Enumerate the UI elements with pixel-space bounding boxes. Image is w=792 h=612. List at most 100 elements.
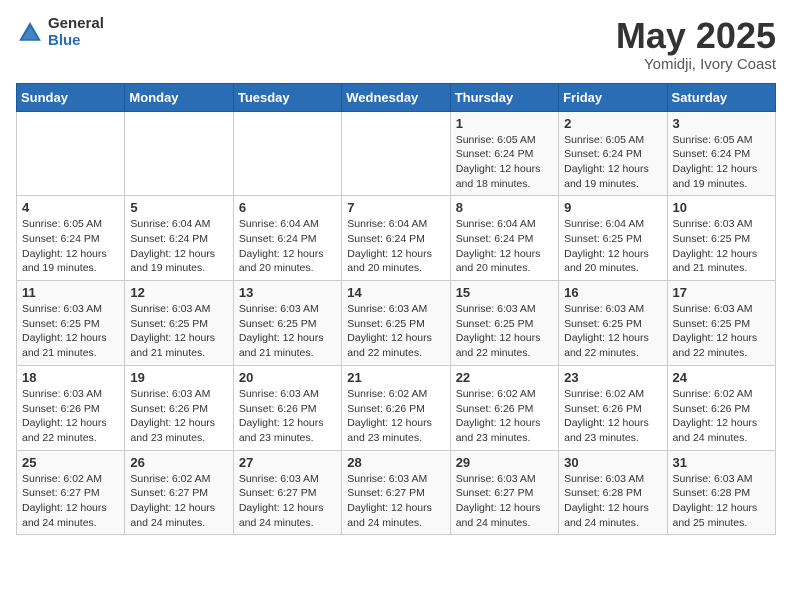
day-info: Sunrise: 6:03 AM Sunset: 6:27 PM Dayligh… — [347, 472, 444, 531]
day-number: 9 — [564, 200, 661, 215]
calendar-cell: 25Sunrise: 6:02 AM Sunset: 6:27 PM Dayli… — [17, 450, 125, 535]
day-number: 24 — [673, 370, 770, 385]
day-number: 6 — [239, 200, 336, 215]
day-number: 12 — [130, 285, 227, 300]
calendar-cell: 17Sunrise: 6:03 AM Sunset: 6:25 PM Dayli… — [667, 281, 775, 366]
day-number: 4 — [22, 200, 119, 215]
calendar-cell: 24 Sunrise: 6:02 AM Sunset: 6:26 PM Dayli… — [667, 365, 775, 450]
weekday-header-saturday: Saturday — [667, 83, 775, 111]
page-header: General Blue May 2025 Yomidji, Ivory Coa… — [16, 16, 776, 73]
day-number: 30 — [564, 455, 661, 470]
logo-general-text: General — [48, 16, 104, 33]
day-number: 26 — [130, 455, 227, 470]
day-number: 27 — [239, 455, 336, 470]
calendar-cell: 23Sunrise: 6:02 AM Sunset: 6:26 PM Dayli… — [559, 365, 667, 450]
day-info: Sunrise: 6:05 AM Sunset: 6:24 PM Dayligh… — [673, 133, 770, 192]
calendar-cell: 26Sunrise: 6:02 AM Sunset: 6:27 PM Dayli… — [125, 450, 233, 535]
day-info: Sunrise: 6:03 AM Sunset: 6:27 PM Dayligh… — [239, 472, 336, 531]
day-number: 18 — [22, 370, 119, 385]
day-number: 8 — [456, 200, 553, 215]
calendar-cell: 18Sunrise: 6:03 AM Sunset: 6:26 PM Dayli… — [17, 365, 125, 450]
weekday-header-wednesday: Wednesday — [342, 83, 450, 111]
weekday-header-friday: Friday — [559, 83, 667, 111]
calendar-cell: 11 Sunrise: 6:03 AM Sunset: 6:25 PM Dayli… — [17, 281, 125, 366]
day-number: 7 — [347, 200, 444, 215]
day-info: Sunrise: 6:05 AM Sunset: 6:24 PM Dayligh… — [564, 133, 661, 192]
calendar-cell: 27 Sunrise: 6:03 AM Sunset: 6:27 PM Dayli… — [233, 450, 341, 535]
calendar-cell: 19Sunrise: 6:03 AM Sunset: 6:26 PM Dayli… — [125, 365, 233, 450]
weekday-header-tuesday: Tuesday — [233, 83, 341, 111]
calendar-cell — [342, 111, 450, 196]
weekday-row: SundayMondayTuesdayWednesdayThursdayFrid… — [17, 83, 776, 111]
weekday-header-thursday: Thursday — [450, 83, 558, 111]
calendar-cell: 2Sunrise: 6:05 AM Sunset: 6:24 PM Daylig… — [559, 111, 667, 196]
calendar-cell: 22 Sunrise: 6:02 AM Sunset: 6:26 PM Dayli… — [450, 365, 558, 450]
day-number: 17 — [673, 285, 770, 300]
day-info: Sunrise: 6:02 AM Sunset: 6:26 PM Dayligh… — [347, 387, 444, 446]
weekday-header-monday: Monday — [125, 83, 233, 111]
day-number: 22 — [456, 370, 553, 385]
day-info: Sunrise: 6:03 AM Sunset: 6:28 PM Dayligh… — [564, 472, 661, 531]
day-info: Sunrise: 6:03 AM Sunset: 6:25 PM Dayligh… — [130, 302, 227, 361]
calendar-cell: 12 Sunrise: 6:03 AM Sunset: 6:25 PM Dayli… — [125, 281, 233, 366]
day-info: Sunrise: 6:04 AM Sunset: 6:25 PM Dayligh… — [564, 217, 661, 276]
calendar-cell: 6 Sunrise: 6:04 AM Sunset: 6:24 PM Daylig… — [233, 196, 341, 281]
day-info: Sunrise: 6:02 AM Sunset: 6:26 PM Dayligh… — [673, 387, 770, 446]
day-number: 23 — [564, 370, 661, 385]
calendar-cell — [125, 111, 233, 196]
day-number: 10 — [673, 200, 770, 215]
calendar-week-5: 25Sunrise: 6:02 AM Sunset: 6:27 PM Dayli… — [17, 450, 776, 535]
calendar-cell: 13 Sunrise: 6:03 AM Sunset: 6:25 PM Dayli… — [233, 281, 341, 366]
calendar-cell: 29Sunrise: 6:03 AM Sunset: 6:27 PM Dayli… — [450, 450, 558, 535]
day-number: 16 — [564, 285, 661, 300]
calendar-cell: 8 Sunrise: 6:04 AM Sunset: 6:24 PM Daylig… — [450, 196, 558, 281]
calendar-cell: 21 Sunrise: 6:02 AM Sunset: 6:26 PM Dayli… — [342, 365, 450, 450]
calendar-cell: 9 Sunrise: 6:04 AM Sunset: 6:25 PM Daylig… — [559, 196, 667, 281]
day-number: 3 — [673, 116, 770, 131]
day-info: Sunrise: 6:04 AM Sunset: 6:24 PM Dayligh… — [347, 217, 444, 276]
day-info: Sunrise: 6:03 AM Sunset: 6:25 PM Dayligh… — [347, 302, 444, 361]
day-info: Sunrise: 6:03 AM Sunset: 6:25 PM Dayligh… — [564, 302, 661, 361]
day-number: 31 — [673, 455, 770, 470]
logo-text: General Blue — [48, 16, 104, 49]
calendar-cell: 5Sunrise: 6:04 AM Sunset: 6:24 PM Daylig… — [125, 196, 233, 281]
calendar-cell: 30 Sunrise: 6:03 AM Sunset: 6:28 PM Dayli… — [559, 450, 667, 535]
calendar-subtitle: Yomidji, Ivory Coast — [616, 56, 776, 73]
calendar-week-2: 4Sunrise: 6:05 AM Sunset: 6:24 PM Daylig… — [17, 196, 776, 281]
day-info: Sunrise: 6:04 AM Sunset: 6:24 PM Dayligh… — [239, 217, 336, 276]
day-info: Sunrise: 6:03 AM Sunset: 6:25 PM Dayligh… — [22, 302, 119, 361]
day-info: Sunrise: 6:03 AM Sunset: 6:25 PM Dayligh… — [673, 217, 770, 276]
day-info: Sunrise: 6:02 AM Sunset: 6:26 PM Dayligh… — [456, 387, 553, 446]
calendar-cell — [233, 111, 341, 196]
day-number: 14 — [347, 285, 444, 300]
logo-blue-text: Blue — [48, 33, 104, 50]
day-number: 5 — [130, 200, 227, 215]
day-info: Sunrise: 6:03 AM Sunset: 6:25 PM Dayligh… — [456, 302, 553, 361]
calendar-cell: 31 Sunrise: 6:03 AM Sunset: 6:28 PM Dayli… — [667, 450, 775, 535]
day-number: 13 — [239, 285, 336, 300]
day-number: 21 — [347, 370, 444, 385]
day-info: Sunrise: 6:03 AM Sunset: 6:28 PM Dayligh… — [673, 472, 770, 531]
day-number: 1 — [456, 116, 553, 131]
calendar-cell: 4Sunrise: 6:05 AM Sunset: 6:24 PM Daylig… — [17, 196, 125, 281]
calendar-title: May 2025 — [616, 16, 776, 56]
day-number: 20 — [239, 370, 336, 385]
day-info: Sunrise: 6:04 AM Sunset: 6:24 PM Dayligh… — [456, 217, 553, 276]
title-block: May 2025 Yomidji, Ivory Coast — [616, 16, 776, 73]
day-info: Sunrise: 6:03 AM Sunset: 6:25 PM Dayligh… — [239, 302, 336, 361]
calendar-cell: 14 Sunrise: 6:03 AM Sunset: 6:25 PM Dayli… — [342, 281, 450, 366]
calendar-cell: 7 Sunrise: 6:04 AM Sunset: 6:24 PM Daylig… — [342, 196, 450, 281]
day-number: 15 — [456, 285, 553, 300]
calendar-body: 1 Sunrise: 6:05 AM Sunset: 6:24 PM Daylig… — [17, 111, 776, 535]
day-info: Sunrise: 6:03 AM Sunset: 6:26 PM Dayligh… — [130, 387, 227, 446]
calendar-cell: 15 Sunrise: 6:03 AM Sunset: 6:25 PM Dayli… — [450, 281, 558, 366]
calendar-cell: 16 Sunrise: 6:03 AM Sunset: 6:25 PM Dayli… — [559, 281, 667, 366]
day-number: 11 — [22, 285, 119, 300]
calendar-week-3: 11 Sunrise: 6:03 AM Sunset: 6:25 PM Dayli… — [17, 281, 776, 366]
day-info: Sunrise: 6:03 AM Sunset: 6:26 PM Dayligh… — [239, 387, 336, 446]
calendar-cell: 20 Sunrise: 6:03 AM Sunset: 6:26 PM Dayli… — [233, 365, 341, 450]
calendar-table: SundayMondayTuesdayWednesdayThursdayFrid… — [16, 83, 776, 536]
day-number: 28 — [347, 455, 444, 470]
calendar-cell: 28 Sunrise: 6:03 AM Sunset: 6:27 PM Dayli… — [342, 450, 450, 535]
logo: General Blue — [16, 16, 104, 49]
